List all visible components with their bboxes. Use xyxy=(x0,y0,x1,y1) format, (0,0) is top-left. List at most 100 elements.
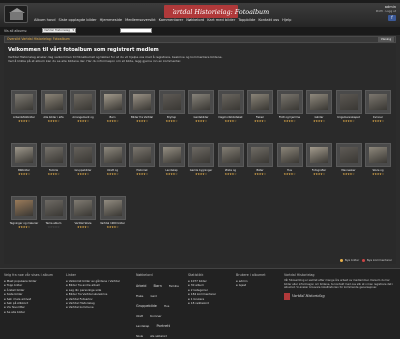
album-frame[interactable] xyxy=(365,143,391,167)
visning-button[interactable]: Visning xyxy=(378,37,394,42)
keyword-tag[interactable]: Kvinner xyxy=(150,314,161,318)
album-tile[interactable]: Flott og hjemme ★★★★☆ xyxy=(276,90,303,128)
keyword-tag[interactable]: Gruppebilde xyxy=(136,304,157,308)
album-frame[interactable] xyxy=(365,90,391,114)
album-thumbnail[interactable] xyxy=(15,94,33,110)
nav-item[interactable]: Album hovd xyxy=(34,17,56,24)
album-frame[interactable] xyxy=(247,90,273,114)
keyword-tag[interactable]: Gard xyxy=(150,295,156,298)
album-frame[interactable] xyxy=(217,143,244,167)
album-thumbnail[interactable] xyxy=(369,94,387,110)
album-tile[interactable]: Gardsbilder ★★★★☆ xyxy=(188,90,214,128)
album-frame[interactable] xyxy=(158,143,185,167)
album-frame[interactable] xyxy=(70,143,96,167)
keyword-tag[interactable]: Barn xyxy=(153,284,161,288)
album-thumbnail[interactable] xyxy=(192,147,210,163)
site-logo[interactable] xyxy=(4,5,28,23)
album-tile[interactable]: Gamle bygninger ★★★★☆ xyxy=(188,143,214,181)
footer-logo[interactable]: Vartdal Historielag xyxy=(284,292,396,300)
album-tile[interactable]: Mennesker ★★★★☆ xyxy=(335,143,362,181)
album-thumbnail[interactable] xyxy=(339,94,358,110)
album-frame[interactable] xyxy=(276,90,303,114)
nav-item[interactable]: Nøkkelord xyxy=(186,17,204,24)
keyword-tag[interactable]: Hus xyxy=(164,304,169,308)
album-tile[interactable]: Vartdal Skule ★★★★☆ xyxy=(70,196,96,234)
album-thumbnail[interactable] xyxy=(44,200,63,216)
album-frame[interactable] xyxy=(129,90,155,114)
album-thumbnail[interactable] xyxy=(15,200,33,216)
album-frame[interactable] xyxy=(99,143,126,167)
nav-item[interactable]: Kontakt oss xyxy=(258,17,279,24)
keyword-tag[interactable]: Familie xyxy=(169,284,179,288)
nav-item[interactable]: Hjemmeside xyxy=(100,17,123,24)
album-thumbnail[interactable] xyxy=(162,147,181,163)
album-tile[interactable]: Kvinner ★★★★☆ xyxy=(365,90,391,128)
album-tile[interactable]: Landskap ★★★★☆ xyxy=(158,143,185,181)
album-frame[interactable] xyxy=(99,90,126,114)
album-frame[interactable] xyxy=(70,90,96,114)
album-thumbnail[interactable] xyxy=(310,94,328,110)
nav-item[interactable]: Kommentarer xyxy=(159,17,184,24)
user-links[interactable]: Profil · Logg ut xyxy=(376,9,396,13)
album-frame[interactable] xyxy=(247,143,273,167)
album-thumbnail[interactable] xyxy=(74,200,92,216)
keyword-tag[interactable]: Skule xyxy=(136,335,143,338)
album-tile[interactable]: Alle bildar i alfa ★★★★☆ xyxy=(40,90,67,128)
nav-item[interactable]: Toppbilde xyxy=(238,17,255,24)
album-tile[interactable]: Bryllup ★★★★☆ xyxy=(158,90,185,128)
search-input[interactable] xyxy=(120,28,152,33)
album-thumbnail[interactable] xyxy=(103,147,122,163)
album-tile[interactable]: Fotografier ★★★★☆ xyxy=(306,143,332,181)
album-tile[interactable]: Vartdal 1900 bilder ★★★★☆ xyxy=(99,196,126,234)
album-frame[interactable] xyxy=(40,196,67,220)
album-frame[interactable] xyxy=(70,196,96,220)
album-thumbnail[interactable] xyxy=(280,94,299,110)
album-thumbnail[interactable] xyxy=(221,94,240,110)
album-tile[interactable]: Skule og ★★★★☆ xyxy=(365,143,391,181)
album-thumbnail[interactable] xyxy=(369,147,387,163)
album-thumbnail[interactable] xyxy=(221,147,240,163)
album-tile[interactable]: Gruppebilder ★★★★☆ xyxy=(70,143,96,181)
album-tile[interactable]: Barn ★★★★☆ xyxy=(99,90,126,128)
album-frame[interactable] xyxy=(188,90,214,114)
album-thumbnail[interactable] xyxy=(192,94,210,110)
album-thumbnail[interactable] xyxy=(339,147,358,163)
album-frame[interactable] xyxy=(217,90,244,114)
album-tile[interactable]: Krigsmannskapet ★★★★☆ xyxy=(335,90,362,128)
album-tile[interactable]: Ørsta og ★★★★☆ xyxy=(217,143,244,181)
album-tile[interactable]: Tema album ☆☆☆☆☆ xyxy=(40,196,67,234)
album-tile[interactable]: Tegninger og malerier ★★★★☆ xyxy=(10,196,38,234)
album-thumbnail[interactable] xyxy=(133,94,151,110)
footer-link[interactable]: Gjest xyxy=(236,283,278,287)
album-thumbnail[interactable] xyxy=(103,94,122,110)
album-tile[interactable]: Gårdar ★★★★☆ xyxy=(306,90,332,128)
album-tile[interactable]: Arbeidsfolkbilder ★★★★☆ xyxy=(11,90,37,128)
album-frame[interactable] xyxy=(11,143,37,167)
album-thumbnail[interactable] xyxy=(310,147,328,163)
album-frame[interactable] xyxy=(40,90,67,114)
nav-item[interactable]: Medlemsoversikt xyxy=(125,17,156,24)
keyword-tag[interactable]: Arbeid xyxy=(136,284,146,288)
album-tile[interactable]: Arrangement og ★★★★☆ xyxy=(70,90,96,128)
album-tile[interactable]: Bilder fra Vartdal ★★★★☆ xyxy=(129,90,155,128)
album-tile[interactable]: Familie ★★★★☆ xyxy=(40,143,67,181)
album-thumbnail[interactable] xyxy=(15,147,33,163)
album-thumbnail[interactable] xyxy=(280,147,299,163)
album-tile[interactable]: Historisk ★★★★☆ xyxy=(129,143,155,181)
album-tile[interactable]: Fiskeri ★★★★☆ xyxy=(247,90,273,128)
album-tile[interactable]: Båtbilder ★★★★☆ xyxy=(11,143,37,181)
nav-item[interactable]: Hjelp xyxy=(282,17,291,24)
keyword-tag[interactable]: Idrett xyxy=(136,315,143,318)
album-frame[interactable] xyxy=(188,143,214,167)
album-frame[interactable] xyxy=(306,90,332,114)
album-thumbnail[interactable] xyxy=(133,147,151,163)
album-frame[interactable] xyxy=(11,196,37,220)
album-select[interactable]: Vartdal Historielag xyxy=(42,28,76,33)
album-thumbnail[interactable] xyxy=(162,94,181,110)
nav-item[interactable]: Kart med bilder xyxy=(207,17,235,24)
album-thumbnail[interactable] xyxy=(44,94,63,110)
album-frame[interactable] xyxy=(40,143,67,167)
keyword-tag[interactable]: alle nøkkelord xyxy=(150,335,167,338)
album-frame[interactable] xyxy=(129,143,155,167)
keyword-tag[interactable]: Portrett xyxy=(156,324,170,328)
